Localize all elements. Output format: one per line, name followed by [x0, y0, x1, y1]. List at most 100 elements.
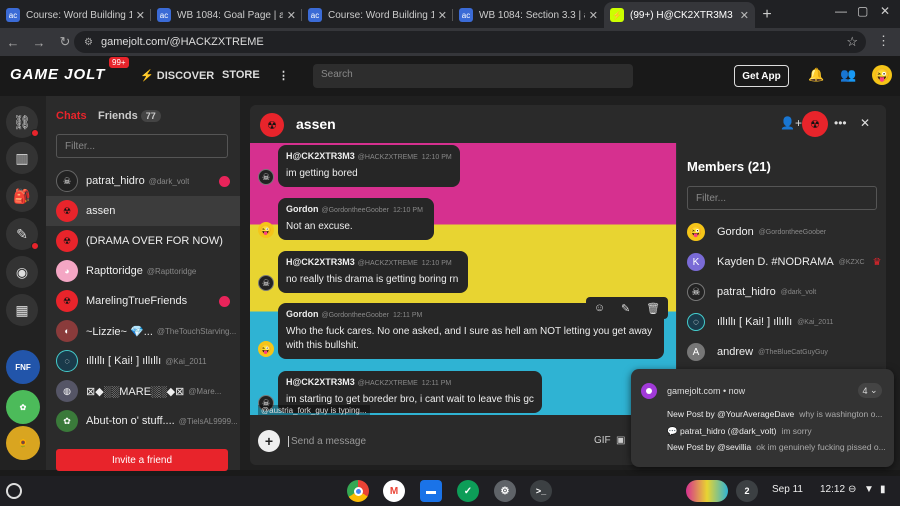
- chat-list-item[interactable]: ✿ Abut-ton o' stuff.... @TielsAL9999...: [46, 406, 240, 436]
- get-app-button[interactable]: Get App: [734, 65, 789, 87]
- wifi-icon[interactable]: ▼: [864, 484, 874, 495]
- invite-friend-button[interactable]: Invite a friend: [56, 449, 228, 471]
- chat-list-item[interactable]: ☢ (DRAMA OVER FOR NOW): [46, 226, 240, 256]
- tab-chats[interactable]: Chats: [56, 110, 87, 122]
- member-name: patrat_hidro: [717, 286, 776, 298]
- back-icon[interactable]: ←: [0, 35, 26, 50]
- browser-tab-active[interactable]: ⚡(99+) H@CK2XTR3M3 (@HA✕: [604, 2, 755, 28]
- notification-line[interactable]: 💬 patrat_hidro (@dark_volt) im sorry: [667, 426, 887, 437]
- forward-icon[interactable]: →: [26, 35, 52, 50]
- bookmark-star-icon[interactable]: ☆: [846, 34, 858, 50]
- date-display[interactable]: Sep 11: [772, 484, 803, 495]
- close-tab-icon[interactable]: ✕: [287, 9, 296, 22]
- url-field[interactable]: ⚙ gamejolt.com/@HACKZXTREME ☆: [74, 31, 866, 53]
- edit-icon[interactable]: ✎: [621, 302, 630, 315]
- community-avatar[interactable]: ✿: [6, 390, 40, 424]
- maximize-icon[interactable]: ▢: [857, 4, 868, 18]
- typing-indicator: @austria_fork_guy is typing...: [258, 405, 370, 415]
- site-info-icon[interactable]: ⚙: [84, 37, 93, 48]
- clock-display[interactable]: 12:12: [820, 484, 845, 495]
- close-icon[interactable]: ✕: [860, 116, 870, 130]
- battery-icon[interactable]: ▮: [880, 484, 886, 495]
- chat-sidebar: Chats Friends 77 Filter... ☠ patrat_hidro…: [46, 96, 240, 471]
- close-tab-icon[interactable]: ✕: [740, 9, 749, 22]
- member-row[interactable]: K Kayden D. #NODRAMA @KZXC ♛: [687, 251, 883, 273]
- gif-icon[interactable]: GIF: [594, 435, 611, 446]
- message-bubble[interactable]: Gordon @GordontheeGoober 12:10 PM Not an e…: [278, 198, 434, 240]
- launcher-icon[interactable]: [6, 483, 22, 499]
- close-window-icon[interactable]: ✕: [880, 4, 890, 18]
- tote-preview-icon[interactable]: [686, 480, 728, 502]
- notification-line[interactable]: New Post by @sevillia ok im genuinely fuc…: [667, 442, 887, 452]
- attach-plus-button[interactable]: +: [258, 430, 280, 452]
- search-input[interactable]: Search: [313, 64, 633, 88]
- notification-count[interactable]: 4 ⌄: [858, 383, 882, 398]
- member-row[interactable]: 😜 Gordon @GordontheeGoober: [687, 221, 883, 243]
- message-bubble[interactable]: H@CK2XTR3M3 @HACKZXTREME 12:10 PM no reall…: [278, 251, 468, 293]
- close-tab-icon[interactable]: ✕: [136, 9, 145, 22]
- terminal-icon[interactable]: >_: [530, 480, 552, 502]
- browser-tab[interactable]: acWB 1084: Goal Page | acecon✕: [151, 2, 302, 28]
- chat-list-item[interactable]: ◍ ⊠◆░░MARE░░◆⊠ @Mare...: [46, 376, 240, 406]
- store-nav-icon[interactable]: ▥: [6, 142, 38, 174]
- address-bar-row: ← → ↻ ⚙ gamejolt.com/@HACKZXTREME ☆ ⋮: [0, 28, 900, 56]
- message-text: no really this drama is getting boring r…: [286, 274, 459, 285]
- browser-tab[interactable]: acCourse: Word Building 1084✕: [302, 2, 453, 28]
- browser-tab[interactable]: acWB 1084: Section 3.3 | aceco✕: [453, 2, 604, 28]
- minimize-icon[interactable]: —: [835, 4, 847, 18]
- community-fnf-avatar[interactable]: FNF: [6, 350, 40, 384]
- message-text: Who the fuck cares. No one asked, and I …: [286, 326, 653, 351]
- member-row[interactable]: Aandrew @TheBlueCatGuyGuy: [687, 341, 883, 363]
- chat-list-item[interactable]: ◐ ~Lizzie~ 💎... @TheTouchStarving...: [46, 316, 240, 346]
- more-options-icon[interactable]: •••: [834, 116, 847, 130]
- gamejolt-logo[interactable]: GAME JOLT: [10, 66, 105, 83]
- image-icon[interactable]: ▣: [616, 435, 625, 446]
- chat-list-item-selected[interactable]: ☢ assen: [46, 196, 240, 226]
- user-avatar[interactable]: 😜: [872, 65, 892, 85]
- settings-icon[interactable]: ⚙: [494, 480, 516, 502]
- library-icon[interactable]: ▦: [6, 294, 38, 326]
- new-tab-button[interactable]: +: [755, 2, 779, 28]
- chat-list-item[interactable]: ☢ MarelingTrueFriends: [46, 286, 240, 316]
- chat-header: ☢ assen 👤+ ☢ ••• ✕: [250, 105, 886, 143]
- tab-friends[interactable]: Friends 77: [98, 110, 161, 122]
- chat-list-item[interactable]: ◌ ıllıllı [ Kai! ] ıllıllı @Kai_2011: [46, 346, 240, 376]
- browser-menu-icon[interactable]: ⋮: [877, 33, 890, 49]
- notification-badge[interactable]: 2: [736, 480, 758, 502]
- store-link[interactable]: STORE: [222, 69, 260, 81]
- chat-list-item[interactable]: ◕ Rapttoridge @Rapttoridge: [46, 256, 240, 286]
- friends-icon[interactable]: 👥: [840, 67, 856, 83]
- chrome-icon[interactable]: [347, 480, 369, 502]
- system-notification[interactable]: gamejolt.com • now 4 ⌄ New Post by @Your…: [631, 369, 894, 467]
- add-member-icon[interactable]: 👤+: [780, 116, 802, 130]
- files-icon[interactable]: ▬: [420, 480, 442, 502]
- message-input[interactable]: Send a message: [288, 436, 366, 447]
- delete-icon[interactable]: 🗑: [646, 302, 660, 315]
- members-toggle-avatar[interactable]: ☢: [802, 111, 828, 137]
- backpack-icon[interactable]: 🎒: [6, 180, 38, 212]
- notification-line[interactable]: New Post by @YourAverageDave why is washi…: [667, 409, 887, 419]
- notification-body: ok im genuinely fucking pissed o...: [756, 442, 886, 452]
- chat-name: assen: [86, 205, 116, 217]
- browser-tab[interactable]: acCourse: Word Building 1084✕: [0, 2, 151, 28]
- add-reaction-icon[interactable]: ☺: [594, 302, 605, 314]
- browser-tab-strip: acCourse: Word Building 1084✕ acWB 1084:…: [0, 0, 900, 28]
- bell-icon[interactable]: 🔔: [808, 67, 824, 83]
- close-tab-icon[interactable]: ✕: [589, 9, 598, 22]
- notification-title: New Post by @sevillia: [667, 442, 752, 452]
- message-area: ☠ H@CK2XTR3M3 @HACKZXTREME 12:10 PM im get…: [250, 143, 676, 415]
- more-menu-icon[interactable]: ⋮: [278, 69, 289, 82]
- community-sunflower-avatar[interactable]: 🌻: [6, 426, 40, 460]
- stickers-icon[interactable]: ◉: [6, 256, 38, 288]
- member-row[interactable]: ◌ ıllıllı [ Kai! ] ıllıllı @Kai_2011: [687, 311, 883, 333]
- members-filter-input[interactable]: Filter...: [687, 186, 877, 210]
- close-tab-icon[interactable]: ✕: [438, 9, 447, 22]
- member-row[interactable]: ☠ patrat_hidro @dark_volt: [687, 281, 883, 303]
- messenger-icon[interactable]: ✓: [457, 480, 479, 502]
- dnd-icon[interactable]: ⊖: [848, 484, 856, 495]
- chat-filter-input[interactable]: Filter...: [56, 134, 228, 158]
- message-bubble[interactable]: H@CK2XTR3M3 @HACKZXTREME 12:10 PM im getti…: [278, 145, 460, 187]
- discover-link[interactable]: ⚡ DISCOVER: [140, 69, 214, 82]
- chat-list-item[interactable]: ☠ patrat_hidro @dark_volt: [46, 166, 240, 196]
- gmail-icon[interactable]: M: [383, 480, 405, 502]
